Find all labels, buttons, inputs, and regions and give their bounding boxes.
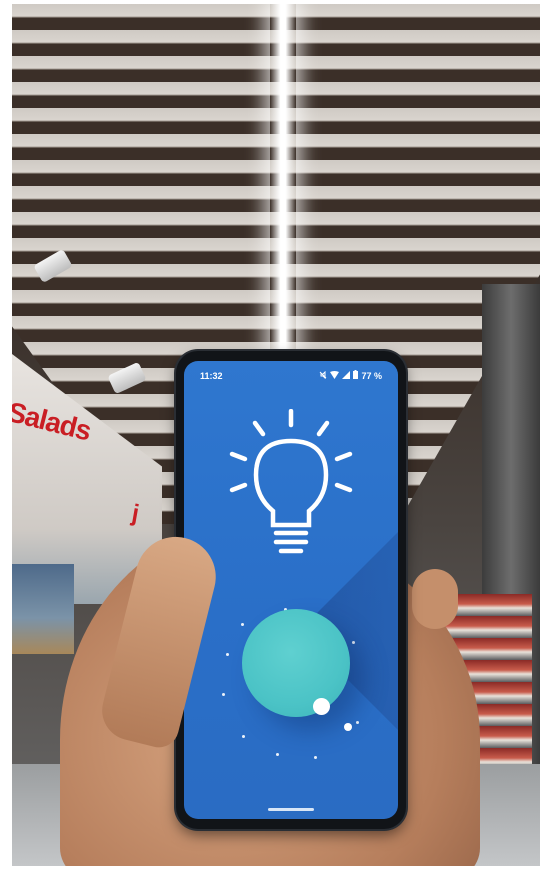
- lightbulb-icon: [224, 408, 358, 569]
- status-bar: 11:32 77 %: [184, 361, 398, 383]
- star-dot: [222, 693, 225, 696]
- star-dot: [314, 756, 317, 759]
- moon-small: [344, 723, 352, 731]
- star-dot: [276, 753, 279, 756]
- star-dot: [241, 623, 244, 626]
- battery-percent: 77 %: [361, 370, 382, 381]
- phone-screen: 11:32 77 %: [184, 361, 398, 819]
- status-time: 11:32: [200, 371, 223, 381]
- star-dot: [226, 653, 229, 656]
- star-dot: [352, 641, 355, 644]
- planet-with-moons-icon: [242, 609, 350, 717]
- battery-icon: [353, 370, 359, 381]
- led-light-beam: [270, 4, 296, 364]
- star-dot: [242, 735, 245, 738]
- status-icons: 77 %: [319, 370, 382, 381]
- mute-icon: [319, 370, 327, 381]
- gesture-nav-bar[interactable]: [268, 808, 314, 811]
- wifi-icon: [330, 370, 340, 381]
- signal-icon: [342, 370, 351, 381]
- finger: [412, 569, 458, 629]
- moon-large: [313, 698, 330, 715]
- star-dot: [356, 721, 359, 724]
- wall-poster: [12, 564, 74, 654]
